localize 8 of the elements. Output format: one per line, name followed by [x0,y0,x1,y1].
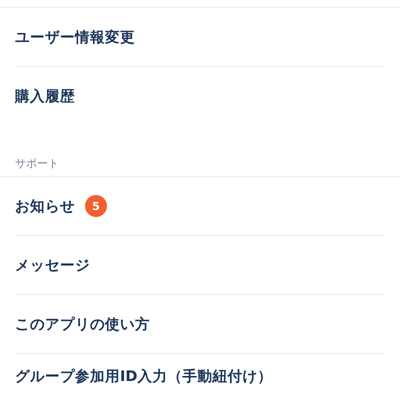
menu-item[interactable]: ユーザー情報変更 [15,8,385,67]
menu-item[interactable]: 購入履歴 [15,67,385,126]
section-heading: サポート [15,156,59,171]
count-badge: 5 [85,195,107,217]
menu-item[interactable]: お知らせ 5 [15,177,385,236]
menu-item[interactable]: メッセージ [15,236,385,295]
menu-item[interactable]: グループ参加用ID入力（手動紐付け） [15,354,385,388]
menu-item[interactable]: このアプリの使い方 [15,295,385,354]
